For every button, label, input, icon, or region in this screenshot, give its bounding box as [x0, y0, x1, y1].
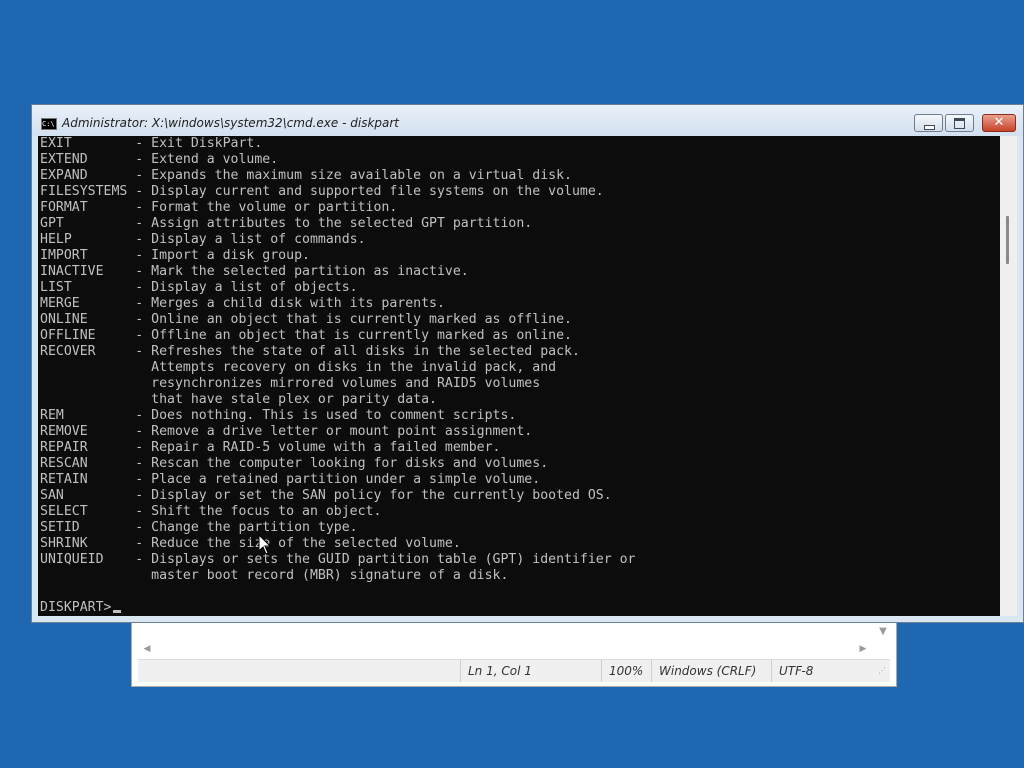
- cmd-app-icon[interactable]: C:\: [41, 118, 57, 130]
- status-zoom: 100%: [601, 660, 651, 682]
- console-line: SELECT - Shift the focus to an object.: [40, 504, 382, 519]
- console-line: FILESYSTEMS - Display current and suppor…: [40, 184, 604, 199]
- console-line: FORMAT - Format the volume or partition.: [40, 200, 398, 215]
- command-prompt-line[interactable]: DISKPART>: [40, 600, 635, 616]
- console-line: EXIT - Exit DiskPart.: [40, 136, 263, 151]
- console-line: SAN - Display or set the SAN policy for …: [40, 488, 612, 503]
- console-line: RESCAN - Rescan the computer looking for…: [40, 456, 549, 471]
- minimize-button[interactable]: [914, 114, 943, 132]
- console-line: GPT - Assign attributes to the selected …: [40, 216, 533, 231]
- scroll-down-icon[interactable]: ▼: [876, 625, 890, 639]
- close-icon: ✕: [993, 115, 1005, 130]
- title-bar[interactable]: C:\ Administrator: X:\windows\system32\c…: [32, 105, 1023, 136]
- cursor-arrow-icon: [258, 533, 272, 555]
- console-line: resynchronizes mirrored volumes and RAID…: [40, 376, 541, 391]
- console-line: REM - Does nothing. This is used to comm…: [40, 408, 517, 423]
- scroll-right-icon[interactable]: ▶: [856, 641, 870, 657]
- status-bar: Ln 1, Col 1 100% Windows (CRLF) UTF-8 ⋰: [138, 659, 890, 682]
- scroll-left-icon[interactable]: ◀: [140, 641, 154, 657]
- console-line: IMPORT - Import a disk group.: [40, 248, 310, 263]
- minimize-icon: [924, 125, 935, 130]
- scrollbar-thumb[interactable]: [1006, 216, 1009, 264]
- console-line: REMOVE - Remove a drive letter or mount …: [40, 424, 533, 439]
- console-line: UNIQUEID - Displays or sets the GUID par…: [40, 552, 636, 567]
- window-title: Administrator: X:\windows\system32\cmd.e…: [62, 116, 400, 130]
- horizontal-scrollbar[interactable]: ◀ ▶: [140, 641, 870, 657]
- console-line: INACTIVE - Mark the selected partition a…: [40, 264, 469, 279]
- text-cursor: [113, 610, 122, 613]
- prompt-text: DISKPART>: [40, 600, 112, 615]
- console-line: that have stale plex or parity data.: [40, 392, 437, 407]
- console-line: REPAIR - Repair a RAID-5 volume with a f…: [40, 440, 501, 455]
- console-line: RETAIN - Place a retained partition unde…: [40, 472, 541, 487]
- console-line: RECOVER - Refreshes the state of all dis…: [40, 344, 580, 359]
- close-button[interactable]: ✕: [982, 114, 1016, 132]
- console-text: EXIT - Exit DiskPart. EXTEND - Extend a v…: [40, 136, 635, 616]
- vertical-scrollbar[interactable]: [1000, 136, 1017, 616]
- console-line: SETID - Change the partition type.: [40, 520, 358, 535]
- console-line: EXPAND - Expands the maximum size availa…: [40, 168, 572, 183]
- console-line: LIST - Display a list of objects.: [40, 280, 358, 295]
- console-line: OFFLINE - Offline an object that is curr…: [40, 328, 572, 343]
- maximize-button[interactable]: [945, 114, 974, 132]
- status-line-endings: Windows (CRLF): [651, 660, 769, 682]
- console-line: Attempts recovery on disks in the invali…: [40, 360, 557, 375]
- console-line: EXTEND - Extend a volume.: [40, 152, 279, 167]
- console-line: SHRINK - Reduce the size of the selected…: [40, 536, 461, 551]
- maximize-icon: [954, 118, 965, 129]
- resize-grip-icon[interactable]: ⋰: [878, 666, 888, 676]
- console-line: MERGE - Merges a child disk with its par…: [40, 296, 445, 311]
- console-line: HELP - Display a list of commands.: [40, 232, 366, 247]
- desktop: ▼ ◀ ▶ Ln 1, Col 1 100% Windows (CRLF) UT…: [0, 0, 1024, 768]
- cmd-window[interactable]: C:\ Administrator: X:\windows\system32\c…: [31, 104, 1024, 623]
- console-line: master boot record (MBR) signature of a …: [40, 568, 509, 583]
- console-line: ONLINE - Online an object that is curren…: [40, 312, 572, 327]
- status-encoding: UTF-8: [771, 660, 879, 682]
- console-output[interactable]: EXIT - Exit DiskPart. EXTEND - Extend a v…: [38, 136, 1000, 616]
- status-cursor-position: Ln 1, Col 1: [460, 660, 601, 682]
